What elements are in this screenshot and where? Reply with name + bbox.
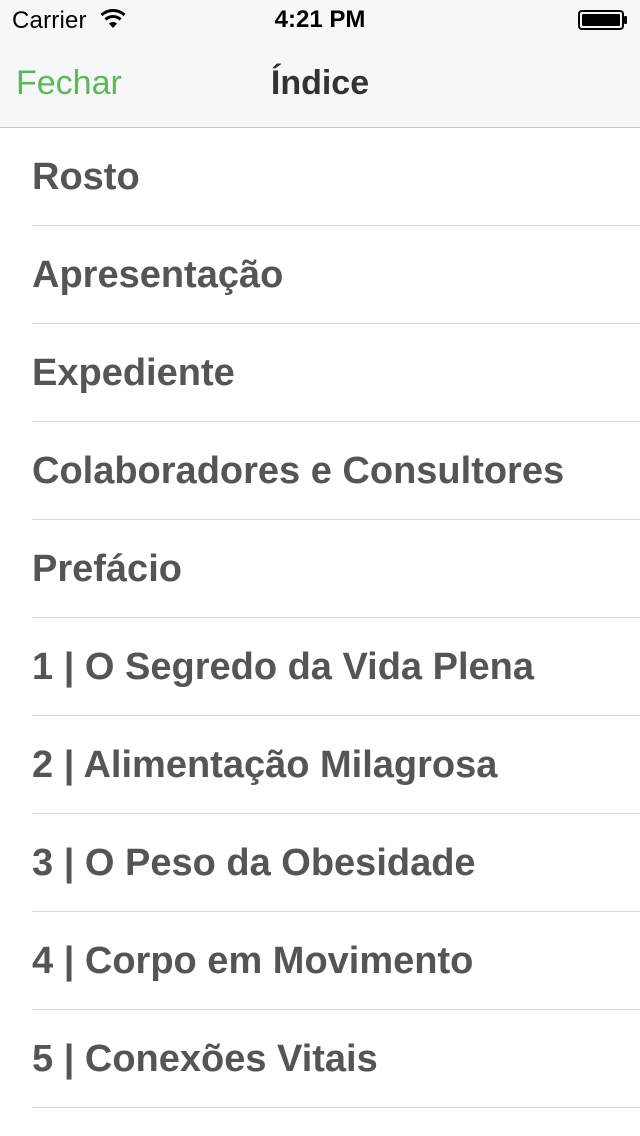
list-item-label: 4 | Corpo em Movimento (32, 940, 474, 982)
status-time: 4:21 PM (274, 6, 366, 33)
status-bar: Carrier 4:21 PM (0, 0, 640, 40)
list-item[interactable]: 2 | Alimentação Milagrosa (0, 716, 640, 814)
list-item-label: Prefácio (32, 548, 182, 590)
list-item[interactable]: Prefácio (0, 520, 640, 618)
list-item-label: Colaboradores e Consultores (32, 450, 565, 492)
list-item-label: 1 | O Segredo da Vida Plena (32, 646, 534, 688)
list-item[interactable]: 5 | Conexões Vitais (0, 1010, 640, 1108)
list-item[interactable]: Colaboradores e Consultores (0, 422, 640, 520)
list-item-label: Apresentação (32, 254, 284, 296)
list-item-label: Expediente (32, 352, 235, 394)
list-item-label: 3 | O Peso da Obesidade (32, 842, 476, 884)
list-item-label: 5 | Conexões Vitais (32, 1038, 378, 1080)
page-title: Índice (270, 64, 370, 102)
list-item-label: Rosto (32, 156, 140, 198)
list-item[interactable]: Rosto (0, 128, 640, 226)
list-item[interactable]: Apresentação (0, 226, 640, 324)
list-item[interactable]: 1 | O Segredo da Vida Plena (0, 618, 640, 716)
list-item-label: 2 | Alimentação Milagrosa (32, 744, 498, 786)
screen: Carrier 4:21 PM Fechar Índice Rosto Apre… (0, 0, 640, 1136)
top-bar: Carrier 4:21 PM Fechar Índice (0, 0, 640, 128)
table-of-contents-list: Rosto Apresentação Expediente Colaborado… (0, 128, 640, 1108)
list-item[interactable]: 3 | O Peso da Obesidade (0, 814, 640, 912)
list-item[interactable]: 4 | Corpo em Movimento (0, 912, 640, 1010)
navigation-bar: Fechar Índice (0, 40, 640, 128)
battery-full-icon (578, 10, 627, 30)
list-item[interactable]: Expediente (0, 324, 640, 422)
